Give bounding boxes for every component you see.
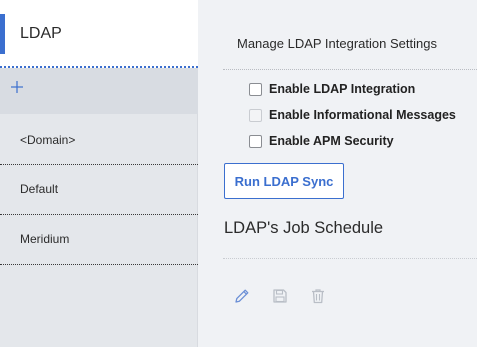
sidebar-item-label: <Domain> [20,133,76,147]
run-ldap-sync-button[interactable]: Run LDAP Sync [224,163,344,199]
sidebar-accent-bar [0,14,5,54]
trash-icon [312,289,324,304]
checkbox-label: Enable Informational Messages [269,108,456,122]
checkbox-label: Enable APM Security [269,134,394,148]
pencil-icon[interactable] [233,287,251,305]
add-row [0,68,198,114]
enable-ldap-integration-checkbox[interactable] [249,83,262,96]
sidebar: LDAP <Domain> Default Meridium [0,0,198,347]
sidebar-item-meridium[interactable]: Meridium [0,215,198,265]
sidebar-item-domain[interactable]: <Domain> [0,115,198,165]
divider [223,69,477,70]
page-title: Manage LDAP Integration Settings [237,36,437,51]
checkbox-label: Enable LDAP Integration [269,82,416,96]
settings-panel: Manage LDAP Integration Settings Enable … [199,0,477,347]
job-schedule-title: LDAP's Job Schedule [224,219,384,237]
divider [223,258,477,259]
plus-icon[interactable] [9,79,25,95]
sidebar-item-label: Default [20,182,59,196]
sidebar-title: LDAP [20,25,62,42]
enable-informational-messages-checkbox [249,109,262,122]
sidebar-header: LDAP [0,0,198,68]
enable-apm-security-checkbox[interactable] [249,135,262,148]
floppy-disk-icon [273,289,287,303]
sidebar-item-default[interactable]: Default [0,165,198,215]
sidebar-item-label: Meridium [20,232,70,246]
